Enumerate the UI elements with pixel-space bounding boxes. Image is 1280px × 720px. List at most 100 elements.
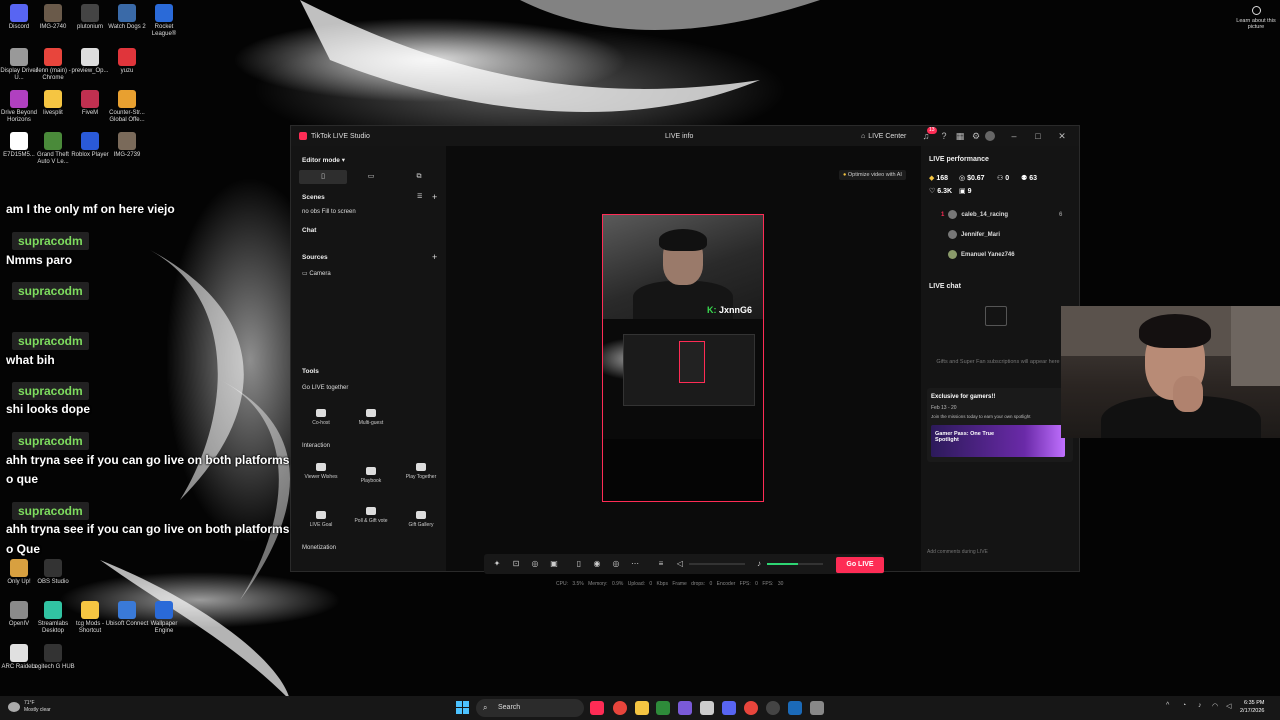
search-icon: ⌕ [483, 703, 488, 712]
desktop-icon[interactable]: Rocket League® [142, 4, 186, 38]
live-chat-header: LIVE chat [929, 283, 961, 290]
preview-area: ● Optimize video with AI K: JxnnG6 ✦ ⊡ ◎… [446, 146, 921, 587]
avatar[interactable] [985, 131, 995, 141]
shares-stat: ▣ 9 [959, 188, 972, 195]
moon-icon [8, 702, 20, 712]
live-center-button[interactable]: ⌂ LIVE Center [861, 133, 906, 140]
go-live-button[interactable]: Go LIVE [836, 557, 884, 573]
gamer-pass-promo[interactable]: Exclusive for gamers!! Feb 13 - 20 Join … [927, 388, 1073, 462]
desktop-icon[interactable]: yuzu [105, 48, 149, 75]
dual-layout-icon[interactable]: ⧉ [395, 170, 443, 184]
camera-switch-icon[interactable]: ◎ [611, 559, 621, 569]
landscape-icon[interactable]: ▭ [347, 170, 395, 184]
chat-source[interactable]: Chat [302, 227, 316, 234]
learn-about-picture[interactable]: Learn about this picture [1236, 6, 1276, 30]
volume-icon[interactable]: ◁ [1226, 702, 1231, 710]
app-icon [44, 132, 62, 150]
settings-gear-icon[interactable]: ⚙ [971, 131, 981, 141]
comment-input[interactable] [927, 546, 1067, 558]
speaker-volume-slider[interactable] [689, 563, 745, 565]
app-title: TikTok LIVE Studio [311, 132, 370, 140]
file-explorer-icon[interactable] [635, 701, 649, 715]
network-icon[interactable]: ◔ [1182, 702, 1186, 709]
crop-icon[interactable]: ⊡ [511, 559, 521, 569]
portrait-icon[interactable]: ▯ [299, 170, 347, 184]
optimize-video-ai-toggle[interactable]: ● Optimize video with AI [839, 170, 906, 180]
tiktok-live-studio-taskbar-icon[interactable] [590, 701, 604, 715]
minimize-icon[interactable]: – [1009, 131, 1019, 141]
multi-guest-button[interactable]: Multi-guest [351, 409, 391, 426]
desktop-icon[interactable]: Counter-Str... Global Offe... [105, 90, 149, 124]
tools-header: Tools [302, 368, 319, 375]
desktop-icon[interactable]: IMG-2739 [105, 132, 149, 159]
audio-mixer-icon[interactable]: ≡ [656, 559, 666, 569]
obs-taskbar-icon[interactable] [766, 701, 780, 715]
mic-level-fill [767, 563, 798, 565]
top-viewer-row[interactable]: Emanuel Yanez746 [948, 250, 1015, 259]
xbox-icon[interactable] [656, 701, 670, 715]
app-icon [10, 90, 28, 108]
desktop-icon[interactable]: Logitech G HUB [31, 644, 75, 671]
camera-source-preview[interactable]: K: JxnnG6 [603, 215, 763, 321]
gift-box-icon [985, 306, 1007, 326]
mic-tray-icon[interactable]: ♪ [1198, 702, 1202, 709]
poll-icon [366, 507, 376, 515]
steam-taskbar-icon[interactable] [788, 701, 802, 715]
app-icon [81, 48, 99, 66]
record-icon[interactable]: ◉ [592, 559, 602, 569]
discord-taskbar-icon[interactable] [722, 701, 736, 715]
game-icon[interactable] [678, 701, 692, 715]
help-icon[interactable]: ? [939, 131, 949, 141]
speaker-icon[interactable]: ◁ [675, 559, 685, 569]
magic-icon[interactable]: ✦ [492, 559, 502, 569]
phone-icon[interactable]: ▯ [574, 559, 584, 569]
live-preview-canvas[interactable]: K: JxnnG6 [602, 214, 764, 502]
streamer-tag: K: JxnnG6 [707, 305, 753, 315]
more-icon[interactable]: ⋯ [630, 559, 640, 569]
monetization-header: Monetization [302, 545, 337, 551]
top-viewer-row[interactable]: 1 caleb_14_racing 6 [941, 210, 1062, 219]
co-host-button[interactable]: Co-host [301, 409, 341, 426]
playbook-button[interactable]: Playbook [351, 467, 391, 484]
source-camera[interactable]: ▭ Camera [302, 270, 331, 277]
desktop-icon[interactable]: Wallpaper Engine [142, 601, 186, 635]
layout-icon[interactable]: ▦ [955, 131, 965, 141]
viewer-wishes-button[interactable]: Viewer Wishes [301, 463, 341, 480]
chat-message: what bih [6, 353, 55, 367]
close-icon[interactable]: ✕ [1057, 131, 1067, 141]
poll-gift-vote-button[interactable]: Poll & Gift vote [351, 507, 391, 524]
likes-stat: ♡ 6.3K [929, 188, 953, 195]
system-clock[interactable]: 6:35 PM 2/17/2026 [1240, 699, 1264, 715]
screen-icon[interactable]: ▣ [549, 559, 559, 569]
app-icon[interactable] [700, 701, 714, 715]
mic-level-meter[interactable] [767, 563, 823, 565]
window-titlebar: TikTok LIVE Studio LIVE info ⌂ LIVE Cent… [291, 126, 1079, 146]
home-icon: ⌂ [861, 132, 866, 140]
chevron-up-icon[interactable]: ^ [1166, 702, 1169, 709]
app-icon [81, 4, 99, 22]
play-together-button[interactable]: Play Together [401, 463, 441, 480]
maximize-icon[interactable]: □ [1033, 131, 1043, 141]
wifi-icon[interactable]: ◠ [1212, 702, 1218, 710]
app-icon[interactable] [810, 701, 824, 715]
live-info-tab[interactable]: LIVE info [665, 133, 693, 140]
gift-gallery-button[interactable]: Gift Gallery [401, 511, 441, 528]
app-icon [44, 601, 62, 619]
effects-icon[interactable]: ◎ [530, 559, 540, 569]
top-viewer-row[interactable]: Jennifer_Mari [948, 230, 1000, 239]
microphone-icon[interactable]: ♪ [754, 559, 764, 569]
weather-widget[interactable]: 71°F Mostly clear [24, 700, 51, 714]
taskbar-search[interactable]: ⌕ Search [476, 699, 584, 717]
scene-list-icon[interactable]: ☰ [417, 193, 422, 200]
chrome-taskbar-icon[interactable] [744, 701, 758, 715]
add-scene-icon[interactable]: + [432, 192, 437, 202]
add-source-icon[interactable]: + [432, 252, 437, 262]
app-icon [10, 4, 28, 22]
live-goal-button[interactable]: LIVE Goal [301, 511, 341, 528]
editor-mode-dropdown[interactable]: Editor mode ▾ [302, 156, 345, 164]
start-button[interactable] [456, 701, 470, 715]
chrome-taskbar-icon[interactable] [613, 701, 627, 715]
scene-item[interactable]: no obs Fill to screen [302, 209, 356, 215]
promo-banner[interactable]: Gamer Pass: One True Spotlight [931, 425, 1065, 457]
desktop-icon[interactable]: OBS Studio [31, 559, 75, 586]
